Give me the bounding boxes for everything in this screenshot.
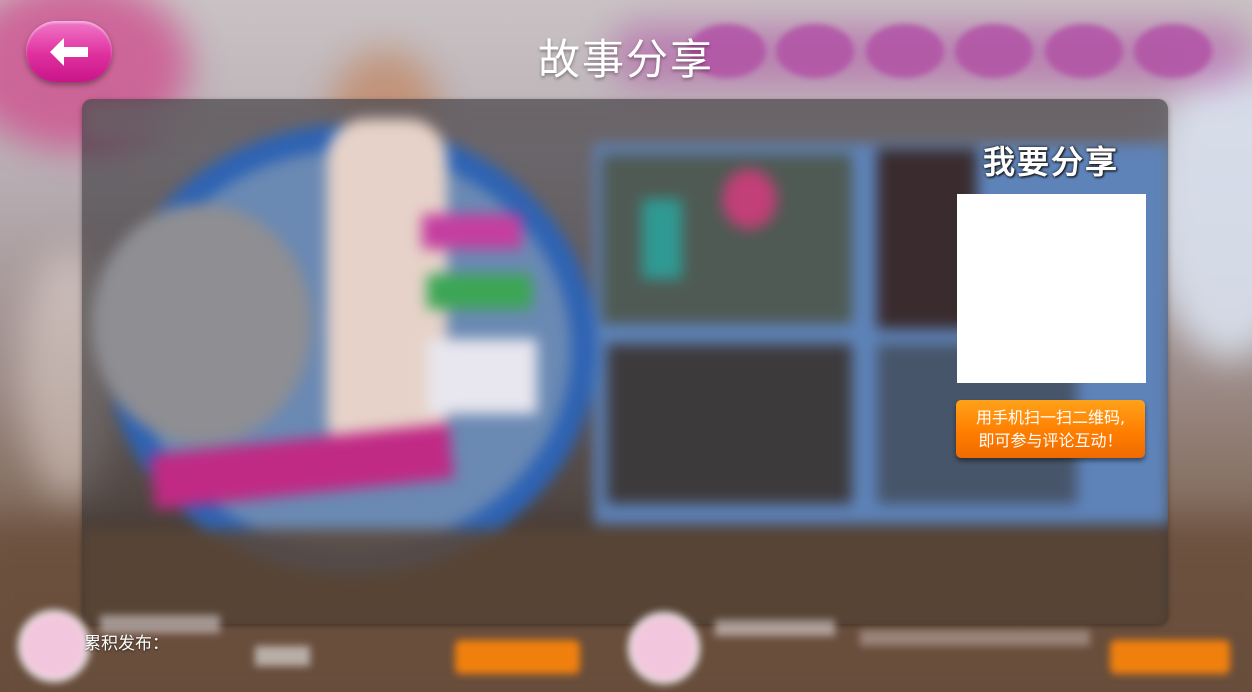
blurred-button bbox=[455, 640, 580, 674]
avatar bbox=[18, 610, 90, 682]
qr-code-image bbox=[957, 194, 1146, 383]
scan-qr-hint-button[interactable]: 用手机扫一扫二维码, 即可参与评论互动！ bbox=[956, 400, 1145, 458]
app-screen: 故事分享 我要分享 用手机扫一扫二维码, 即可参与评论互动！ 累积发布： bbox=[0, 0, 1252, 692]
scan-hint-line-1: 用手机扫一扫二维码, bbox=[975, 408, 1126, 427]
avatar bbox=[628, 612, 700, 684]
scan-hint-line-2: 即可参与评论互动！ bbox=[978, 431, 1123, 450]
blurred-footer bbox=[0, 600, 1252, 692]
page-title: 故事分享 bbox=[537, 35, 714, 84]
story-panel: 我要分享 用手机扫一扫二维码, 即可参与评论互动！ bbox=[82, 99, 1168, 624]
blurred-button bbox=[1110, 640, 1230, 674]
cumulative-publish-label: 累积发布： bbox=[84, 634, 169, 654]
share-title: 我要分享 bbox=[982, 143, 1119, 181]
